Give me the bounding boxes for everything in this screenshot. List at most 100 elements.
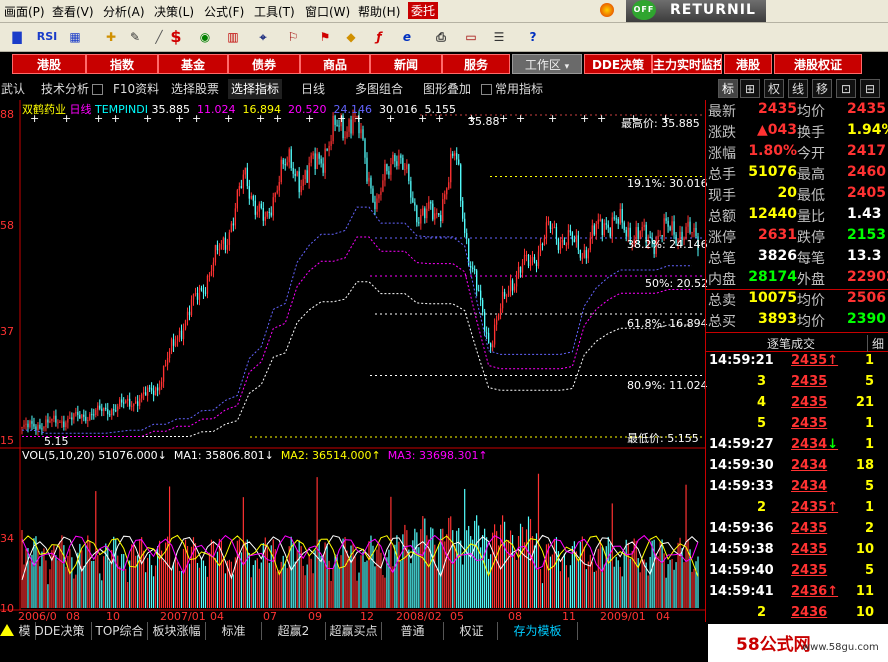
rsi-icon[interactable]: RSI bbox=[34, 26, 60, 48]
checkbox-icon bbox=[92, 84, 104, 95]
quote-value: 2390 bbox=[847, 311, 886, 327]
template-button[interactable]: 标准 bbox=[206, 622, 262, 640]
warning-icon[interactable] bbox=[0, 624, 14, 636]
tab-mark[interactable]: 标 bbox=[718, 79, 738, 98]
vol-label: VOL(5,10,20) bbox=[22, 449, 95, 462]
circle-e-icon[interactable]: e bbox=[396, 26, 418, 48]
grid-icon[interactable]: ▦ bbox=[64, 26, 86, 48]
quote-value: 2405 bbox=[847, 185, 886, 201]
tab-window[interactable]: ⊡ bbox=[836, 79, 856, 98]
tick-list[interactable]: 14:59:21 2435↑ 1 3 2435 5 4 2435 21 5 2435 1 14:59:2… bbox=[705, 352, 888, 622]
quote-label: 均价 bbox=[797, 104, 825, 120]
template-button[interactable]: 权证 bbox=[446, 622, 498, 640]
quote-label: 总卖 bbox=[708, 293, 736, 309]
help-icon[interactable]: ? bbox=[522, 26, 544, 48]
menu-tools[interactable]: 工具(T) bbox=[254, 3, 295, 20]
right-tab-bar: 标 ⊞ 权 线 移 ⊡ ⊟ bbox=[708, 79, 888, 99]
diamond-icon[interactable]: ◆ bbox=[340, 26, 362, 48]
tab-overlay[interactable]: 图形叠加 bbox=[420, 79, 474, 99]
func-service[interactable]: 服务 bbox=[442, 54, 510, 74]
indicator-step-line bbox=[22, 281, 692, 437]
flag-icon[interactable]: ⚑ bbox=[314, 26, 336, 48]
func-hk-warrant[interactable]: 港股权证 bbox=[774, 54, 862, 74]
tab-plus[interactable]: ⊞ bbox=[740, 79, 760, 98]
menu-help[interactable]: 帮助(H) bbox=[358, 3, 400, 20]
menu-formula[interactable]: 公式(F) bbox=[204, 3, 244, 20]
kline-chart[interactable]: + + + + + + + + + + + + + + + + + + + + + + + + 双鹤药业 日线 TEMPIND… bbox=[0, 100, 708, 623]
tick-volume: 21 bbox=[855, 395, 874, 410]
kline-chart-canvas[interactable]: + + + + + + + + + + + + + + + + + + + + + + + + bbox=[0, 100, 705, 622]
menu-icon[interactable]: ☰ bbox=[488, 26, 510, 48]
template-button[interactable]: 存为模板 bbox=[498, 622, 578, 640]
menu-view[interactable]: 查看(V) bbox=[52, 3, 94, 20]
tick-price: 2435 bbox=[791, 521, 828, 536]
indicator-value-6: 30.016 bbox=[378, 103, 418, 116]
func-index[interactable]: 指数 bbox=[86, 54, 158, 74]
func-bond[interactable]: 债券 bbox=[228, 54, 300, 74]
func-news[interactable]: 新闻 bbox=[370, 54, 442, 74]
tick-row: 14:59:38 2435 10 bbox=[705, 541, 888, 562]
quote-label: 均价 bbox=[797, 293, 825, 309]
tab-multi-chart[interactable]: 多图组合 bbox=[352, 79, 406, 99]
bell-icon[interactable]: ⚐ bbox=[282, 26, 304, 48]
circle-f-icon[interactable]: ƒ bbox=[368, 26, 390, 48]
func-workspace[interactable]: 工作区 ▾ bbox=[512, 54, 582, 74]
template-button[interactable]: 超赢买点 bbox=[326, 622, 382, 640]
quote-value: 20 bbox=[777, 185, 797, 201]
dollar-icon[interactable]: $ bbox=[165, 26, 187, 48]
template-button[interactable]: 板块涨幅 bbox=[148, 622, 206, 640]
tab-rights[interactable]: 权 bbox=[764, 79, 784, 98]
template-button[interactable]: DDE决策 bbox=[28, 622, 92, 640]
func-fund[interactable]: 基金 bbox=[158, 54, 228, 74]
func-dde[interactable]: DDE决策 bbox=[584, 54, 652, 74]
quote-label: 总额 bbox=[708, 209, 736, 225]
tab-select-stock[interactable]: 选择股票 bbox=[168, 79, 222, 99]
quote-label: 总买 bbox=[708, 314, 736, 330]
indicator-value-4: 20.520 bbox=[287, 103, 327, 116]
tick-price: 2434 bbox=[791, 458, 828, 473]
quote-value: 2631 bbox=[758, 227, 797, 243]
kline-icon[interactable]: ▇ bbox=[6, 26, 28, 48]
template-button[interactable]: 超赢2 bbox=[262, 622, 326, 640]
tab-default[interactable]: 武认 bbox=[0, 79, 28, 99]
func-hkstock-2[interactable]: 港股 bbox=[724, 54, 772, 74]
quote-value: 2153 bbox=[847, 227, 886, 243]
binoculars-icon[interactable]: ⌖ bbox=[252, 26, 274, 48]
tab-line[interactable]: 线 bbox=[788, 79, 808, 98]
indicator-value-7: 5.155 bbox=[424, 103, 456, 116]
tick-detail-tab[interactable]: 细 bbox=[867, 335, 888, 352]
price-axis-label: 58 bbox=[0, 219, 14, 232]
tab-tech-analysis[interactable]: 技术分析 bbox=[38, 79, 106, 99]
quote-value: 1.94% bbox=[847, 122, 888, 138]
tab-select-indicator[interactable]: 选择指标 bbox=[228, 79, 283, 99]
menu-analysis[interactable]: 分析(A) bbox=[103, 3, 145, 20]
func-hkstock[interactable]: 港股 bbox=[12, 54, 86, 74]
template-button[interactable]: 普通 bbox=[382, 622, 444, 640]
bars-icon[interactable]: ▥ bbox=[222, 26, 244, 48]
tick-title[interactable]: 逐笔成交 bbox=[767, 335, 815, 352]
eye-icon[interactable]: ◉ bbox=[194, 26, 216, 48]
tick-time: 14:59:36 bbox=[709, 521, 774, 536]
tick-row: 2 2435↑ 1 bbox=[705, 499, 888, 520]
quote-value: 2435 bbox=[847, 101, 886, 117]
menu-trade[interactable]: 委托 bbox=[408, 2, 439, 19]
tick-time: 14:59:21 bbox=[709, 353, 774, 368]
menu-screen[interactable]: 画面(P) bbox=[4, 3, 45, 20]
indicator-step-line bbox=[22, 236, 692, 437]
print-icon[interactable]: ⎙ bbox=[430, 26, 452, 48]
tab-daily[interactable]: 日线 bbox=[298, 79, 328, 99]
returnil-off-badge[interactable]: OFF bbox=[632, 0, 656, 20]
tick-volume: 11 bbox=[855, 584, 874, 599]
pen-icon[interactable]: ✎ bbox=[124, 26, 146, 48]
window-icon[interactable]: ▭ bbox=[460, 26, 482, 48]
tab-close[interactable]: ⊟ bbox=[860, 79, 880, 98]
add-icon[interactable]: ✚ bbox=[100, 26, 122, 48]
menu-decision[interactable]: 决策(L) bbox=[154, 3, 194, 20]
func-commodity[interactable]: 商品 bbox=[300, 54, 370, 74]
tab-move[interactable]: 移 bbox=[812, 79, 832, 98]
menu-window[interactable]: 窗口(W) bbox=[305, 3, 350, 20]
func-monitor[interactable]: 主力实时监控 bbox=[652, 54, 722, 74]
tab-common-indicators[interactable]: 常用指标 bbox=[478, 79, 546, 99]
tab-f10[interactable]: F10资料 bbox=[110, 79, 162, 99]
template-button[interactable]: TOP综合 bbox=[92, 622, 148, 640]
